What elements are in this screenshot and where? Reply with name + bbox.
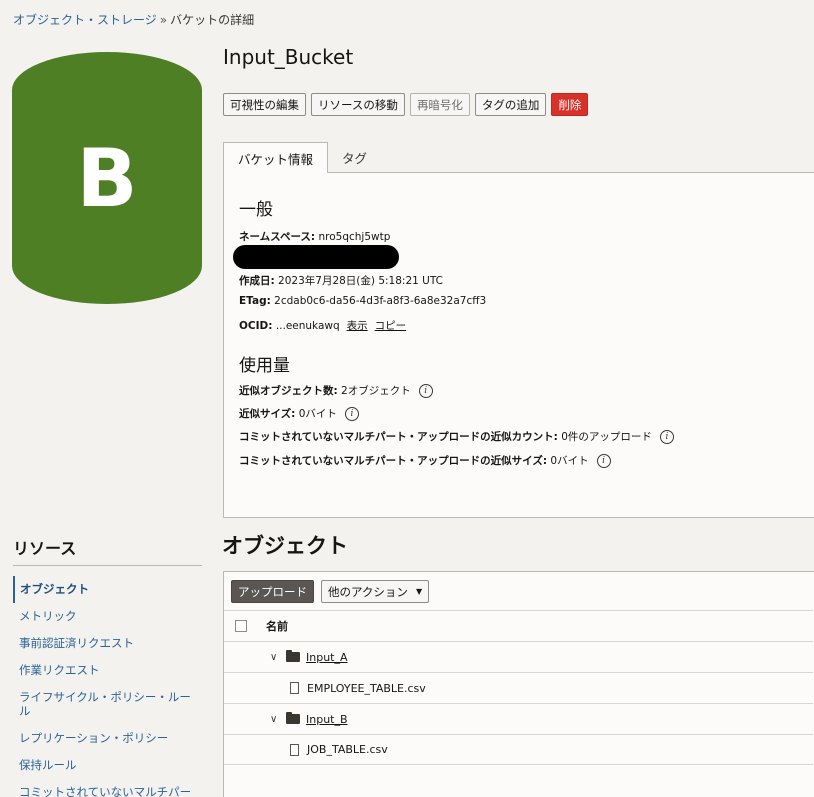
multipart-size-label: コミットされていないマルチパート・アップロードの近似サイズ: [239,455,548,467]
file-name[interactable]: JOB_TABLE.csv [307,743,388,756]
multipart-count-label: コミットされていないマルチパート・アップロードの近似カウント: [239,431,558,443]
resources-divider [13,565,202,566]
select-all-checkbox[interactable] [235,620,247,632]
info-icon[interactable]: i [659,429,674,444]
folder-cell: ∨ Input_A [270,650,348,664]
tab-tags[interactable]: タグ [328,142,381,173]
breadcrumb-separator: » [159,13,168,27]
table-row: ∨ Input_B [224,703,813,734]
multipart-size-value: 0バイト [550,455,589,467]
column-header-name[interactable]: 名前 [266,618,288,634]
add-tags-button[interactable]: タグの追加 [474,93,547,116]
namespace-row: ネームスペース: nro5qchj5wtp [239,229,390,244]
multipart-size-row: コミットされていないマルチパート・アップロードの近似サイズ: 0バイト i [239,453,611,468]
table-header: 名前 [224,610,813,641]
resources-nav: オブジェクト メトリック 事前認証済リクエスト 作業リクエスト ライフサイクル・… [13,576,202,797]
ocid-value: ...eenukawq [275,319,340,332]
resource-item-uncommitted-multipart[interactable]: コミットされていないマルチパー [13,779,202,797]
tab-bucket-info[interactable]: バケット情報 [223,142,329,173]
chevron-down-icon[interactable]: ∨ [270,714,282,725]
etag-row: ETag: 2cdab0c6-da56-4d3f-a8f3-6a8e32a7cf… [239,295,486,307]
general-heading: 一般 [239,200,273,220]
breadcrumb-object-storage[interactable]: オブジェクト・ストレージ [13,13,157,27]
upload-button[interactable]: アップロード [231,580,314,603]
bucket-icon: B [12,52,202,304]
objects-table: 名前 ∨ Input_A EMPLOYEE_TABLE.csv ∨ Input_… [224,610,813,765]
object-count-label: 近似オブジェクト数: [239,385,338,397]
resources-heading: リソース [13,539,77,558]
multipart-count-value: 0件のアップロード [561,431,652,443]
folder-icon [286,650,300,662]
action-toolbar: 可視性の編集 リソースの移動 再暗号化 タグの追加 削除 [223,93,589,116]
namespace-label: ネームスペース: [239,231,316,243]
chevron-down-icon[interactable]: ∨ [270,652,282,663]
resource-item-work-requests[interactable]: 作業リクエスト [13,657,202,684]
objects-heading: オブジェクト [222,534,348,558]
resource-item-lifecycle-rules[interactable]: ライフサイクル・ポリシー・ルール [13,684,202,725]
info-icon[interactable]: i [344,406,359,421]
resource-item-retention-rules[interactable]: 保持ルール [13,752,202,779]
breadcrumb: オブジェクト・ストレージ» バケットの詳細 [13,11,254,28]
object-count-value: 2オブジェクト [341,385,411,397]
usage-heading: 使用量 [239,356,290,376]
multipart-count-row: コミットされていないマルチパート・アップロードの近似カウント: 0件のアップロー… [239,429,674,444]
created-row: 作成日: 2023年7月28日(金) 5:18:21 UTC [239,273,443,288]
folder-icon [286,712,300,724]
table-row: JOB_TABLE.csv [224,734,813,765]
ocid-label: OCID: [239,319,273,332]
re-encrypt-button[interactable]: 再暗号化 [409,93,470,116]
move-resource-button[interactable]: リソースの移動 [311,93,405,116]
resource-item-replication-policy[interactable]: レプリケーション・ポリシー [13,725,202,752]
etag-label: ETag: [239,295,271,307]
more-actions-button[interactable]: 他のアクション ▼ [321,580,430,603]
resource-item-objects[interactable]: オブジェクト [13,576,202,603]
namespace-value: nro5qchj5wtp [318,230,391,243]
folder-link[interactable]: Input_A [306,651,348,664]
more-actions-label: 他のアクション [328,584,408,599]
page-title: Input_Bucket [223,45,354,69]
folder-link[interactable]: Input_B [306,713,348,726]
size-label: 近似サイズ: [239,408,296,420]
size-row: 近似サイズ: 0バイト i [239,406,359,421]
detail-tabs: バケット情報 タグ [223,142,381,173]
objects-panel: アップロード 他のアクション ▼ 名前 ∨ Input_A EMPLOYEE_T… [223,571,814,797]
resource-item-metrics[interactable]: メトリック [13,603,202,630]
bucket-info-panel: 一般 ネームスペース: nro5qchj5wtp 作成日: 2023年7月28日… [223,172,814,518]
file-cell: EMPLOYEE_TABLE.csv [290,682,426,695]
breadcrumb-current: バケットの詳細 [170,13,255,27]
bucket-initial: B [77,132,138,225]
info-icon[interactable]: i [596,453,611,468]
delete-button[interactable]: 削除 [551,93,589,116]
caret-down-icon: ▼ [415,587,423,596]
ocid-copy-link[interactable]: コピー [375,318,407,333]
created-label: 作成日: [239,275,275,287]
objects-toolbar: アップロード 他のアクション ▼ [231,580,430,603]
size-value: 0バイト [298,408,337,420]
table-row: EMPLOYEE_TABLE.csv [224,672,813,703]
resource-item-preauth-requests[interactable]: 事前認証済リクエスト [13,630,202,657]
info-icon[interactable]: i [418,383,433,398]
edit-visibility-button[interactable]: 可視性の編集 [223,93,306,116]
file-icon [290,743,299,756]
created-value: 2023年7月28日(金) 5:18:21 UTC [278,275,443,287]
file-name[interactable]: EMPLOYEE_TABLE.csv [307,682,426,695]
table-row: ∨ Input_A [224,641,813,672]
object-count-row: 近似オブジェクト数: 2オブジェクト i [239,383,433,398]
ocid-row: OCID: ...eenukawq 表示 コピー [239,318,406,333]
file-icon [290,682,299,694]
folder-cell: ∨ Input_B [270,712,348,726]
redacted-field [233,245,399,269]
etag-value: 2cdab0c6-da56-4d3f-a8f3-6a8e32a7cff3 [274,295,487,307]
ocid-show-link[interactable]: 表示 [347,318,368,333]
file-cell: JOB_TABLE.csv [290,743,388,756]
